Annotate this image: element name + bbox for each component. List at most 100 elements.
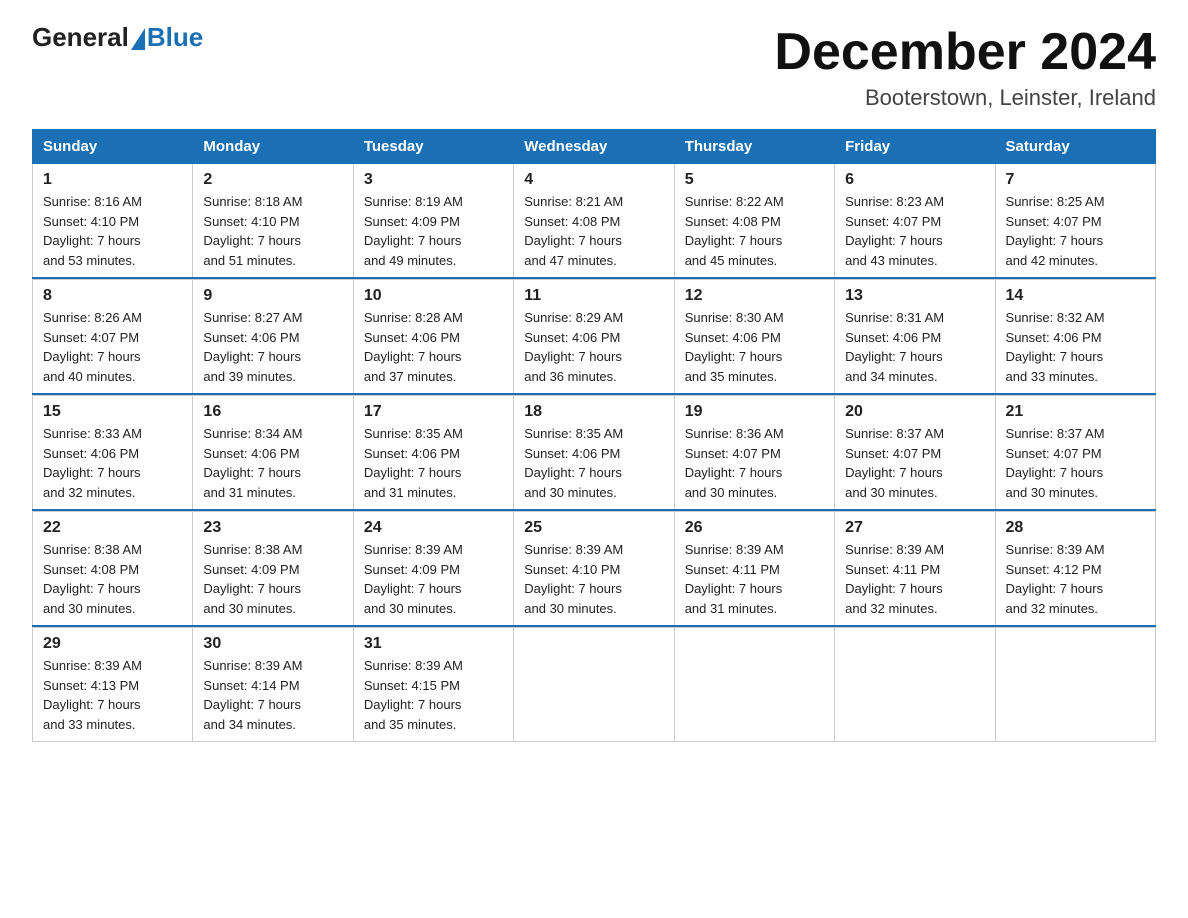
header-thursday: Thursday	[674, 130, 834, 164]
day-info: Sunrise: 8:22 AMSunset: 4:08 PMDaylight:…	[685, 192, 824, 270]
day-info: Sunrise: 8:25 AMSunset: 4:07 PMDaylight:…	[1006, 192, 1145, 270]
calendar-cell: 15Sunrise: 8:33 AMSunset: 4:06 PMDayligh…	[33, 396, 193, 511]
day-info: Sunrise: 8:39 AMSunset: 4:09 PMDaylight:…	[364, 540, 503, 618]
header-friday: Friday	[835, 130, 995, 164]
day-number: 29	[43, 635, 182, 653]
calendar-cell: 27Sunrise: 8:39 AMSunset: 4:11 PMDayligh…	[835, 512, 995, 627]
day-info: Sunrise: 8:39 AMSunset: 4:14 PMDaylight:…	[203, 656, 342, 734]
day-number: 25	[524, 519, 663, 537]
calendar-cell: 21Sunrise: 8:37 AMSunset: 4:07 PMDayligh…	[995, 396, 1155, 511]
day-info: Sunrise: 8:16 AMSunset: 4:10 PMDaylight:…	[43, 192, 182, 270]
week-row-3: 15Sunrise: 8:33 AMSunset: 4:06 PMDayligh…	[33, 396, 1156, 511]
title-block: December 2024 Booterstown, Leinster, Ire…	[774, 24, 1156, 111]
calendar-cell: 11 Sunrise: 8:29 AMSunset: 4:06 PMDayligh…	[514, 280, 674, 395]
calendar-cell: 17Sunrise: 8:35 AMSunset: 4:06 PMDayligh…	[353, 396, 513, 511]
day-number: 21	[1006, 403, 1145, 421]
day-info: Sunrise: 8:23 AMSunset: 4:07 PMDaylight:…	[845, 192, 984, 270]
day-info: Sunrise: 8:26 AMSunset: 4:07 PMDaylight:…	[43, 308, 182, 386]
day-info: Sunrise: 8:36 AMSunset: 4:07 PMDaylight:…	[685, 424, 824, 502]
logo-triangle-icon	[131, 28, 145, 50]
header-monday: Monday	[193, 130, 353, 164]
day-number: 11	[524, 287, 663, 305]
day-number: 8	[43, 287, 182, 305]
day-info: Sunrise: 8:21 AMSunset: 4:08 PMDaylight:…	[524, 192, 663, 270]
calendar-cell: 23Sunrise: 8:38 AMSunset: 4:09 PMDayligh…	[193, 512, 353, 627]
logo: General Blue	[32, 24, 203, 50]
day-info: Sunrise: 8:27 AMSunset: 4:06 PMDaylight:…	[203, 308, 342, 386]
calendar-cell: 25 Sunrise: 8:39 AMSunset: 4:10 PMDayligh…	[514, 512, 674, 627]
header-sunday: Sunday	[33, 130, 193, 164]
calendar-cell: 22Sunrise: 8:38 AMSunset: 4:08 PMDayligh…	[33, 512, 193, 627]
calendar-cell: 5Sunrise: 8:22 AMSunset: 4:08 PMDaylight…	[674, 164, 834, 279]
day-info: Sunrise: 8:39 AMSunset: 4:15 PMDaylight:…	[364, 656, 503, 734]
day-number: 13	[845, 287, 984, 305]
calendar-cell: 8 Sunrise: 8:26 AMSunset: 4:07 PMDaylight…	[33, 280, 193, 395]
calendar-cell: 24 Sunrise: 8:39 AMSunset: 4:09 PMDayligh…	[353, 512, 513, 627]
day-number: 31	[364, 635, 503, 653]
day-info: Sunrise: 8:39 AMSunset: 4:11 PMDaylight:…	[685, 540, 824, 618]
day-info: Sunrise: 8:32 AMSunset: 4:06 PMDaylight:…	[1006, 308, 1145, 386]
day-info: Sunrise: 8:30 AMSunset: 4:06 PMDaylight:…	[685, 308, 824, 386]
day-number: 15	[43, 403, 182, 421]
day-info: Sunrise: 8:18 AMSunset: 4:10 PMDaylight:…	[203, 192, 342, 270]
calendar-cell: 12Sunrise: 8:30 AMSunset: 4:06 PMDayligh…	[674, 280, 834, 395]
week-row-2: 8 Sunrise: 8:26 AMSunset: 4:07 PMDaylight…	[33, 280, 1156, 395]
location-title: Booterstown, Leinster, Ireland	[774, 85, 1156, 111]
calendar-cell: 14 Sunrise: 8:32 AMSunset: 4:06 PMDayligh…	[995, 280, 1155, 395]
calendar-cell: 3 Sunrise: 8:19 AMSunset: 4:09 PMDaylight…	[353, 164, 513, 279]
day-number: 16	[203, 403, 342, 421]
day-info: Sunrise: 8:39 AMSunset: 4:10 PMDaylight:…	[524, 540, 663, 618]
day-number: 24	[364, 519, 503, 537]
day-number: 26	[685, 519, 824, 537]
calendar-cell	[835, 628, 995, 742]
day-number: 4	[524, 171, 663, 189]
calendar-cell: 31 Sunrise: 8:39 AMSunset: 4:15 PMDayligh…	[353, 628, 513, 742]
day-number: 19	[685, 403, 824, 421]
day-number: 30	[203, 635, 342, 653]
month-title: December 2024	[774, 24, 1156, 81]
day-info: Sunrise: 8:28 AMSunset: 4:06 PMDaylight:…	[364, 308, 503, 386]
calendar-cell: 6 Sunrise: 8:23 AMSunset: 4:07 PMDaylight…	[835, 164, 995, 279]
calendar-cell: 1 Sunrise: 8:16 AMSunset: 4:10 PMDaylight…	[33, 164, 193, 279]
calendar-cell: 28 Sunrise: 8:39 AMSunset: 4:12 PMDayligh…	[995, 512, 1155, 627]
day-number: 18	[524, 403, 663, 421]
day-number: 27	[845, 519, 984, 537]
calendar-cell: 19 Sunrise: 8:36 AMSunset: 4:07 PMDayligh…	[674, 396, 834, 511]
day-info: Sunrise: 8:31 AMSunset: 4:06 PMDaylight:…	[845, 308, 984, 386]
calendar-cell: 10Sunrise: 8:28 AMSunset: 4:06 PMDayligh…	[353, 280, 513, 395]
day-info: Sunrise: 8:35 AMSunset: 4:06 PMDaylight:…	[524, 424, 663, 502]
calendar-cell	[514, 628, 674, 742]
week-row-5: 29Sunrise: 8:39 AMSunset: 4:13 PMDayligh…	[33, 628, 1156, 742]
day-info: Sunrise: 8:29 AMSunset: 4:06 PMDaylight:…	[524, 308, 663, 386]
calendar-cell: 18 Sunrise: 8:35 AMSunset: 4:06 PMDayligh…	[514, 396, 674, 511]
calendar-cell	[674, 628, 834, 742]
day-info: Sunrise: 8:37 AMSunset: 4:07 PMDaylight:…	[845, 424, 984, 502]
day-info: Sunrise: 8:35 AMSunset: 4:06 PMDaylight:…	[364, 424, 503, 502]
calendar-cell: 20 Sunrise: 8:37 AMSunset: 4:07 PMDayligh…	[835, 396, 995, 511]
day-number: 23	[203, 519, 342, 537]
calendar-cell: 16 Sunrise: 8:34 AMSunset: 4:06 PMDayligh…	[193, 396, 353, 511]
calendar-cell: 26 Sunrise: 8:39 AMSunset: 4:11 PMDayligh…	[674, 512, 834, 627]
day-number: 7	[1006, 171, 1145, 189]
calendar-cell: 2Sunrise: 8:18 AMSunset: 4:10 PMDaylight…	[193, 164, 353, 279]
day-info: Sunrise: 8:34 AMSunset: 4:06 PMDaylight:…	[203, 424, 342, 502]
day-number: 28	[1006, 519, 1145, 537]
day-info: Sunrise: 8:39 AMSunset: 4:12 PMDaylight:…	[1006, 540, 1145, 618]
calendar-cell: 7 Sunrise: 8:25 AMSunset: 4:07 PMDaylight…	[995, 164, 1155, 279]
day-number: 1	[43, 171, 182, 189]
calendar-cell: 4 Sunrise: 8:21 AMSunset: 4:08 PMDaylight…	[514, 164, 674, 279]
calendar-cell: 9 Sunrise: 8:27 AMSunset: 4:06 PMDaylight…	[193, 280, 353, 395]
day-number: 6	[845, 171, 984, 189]
calendar-cell: 29Sunrise: 8:39 AMSunset: 4:13 PMDayligh…	[33, 628, 193, 742]
day-number: 14	[1006, 287, 1145, 305]
week-row-4: 22Sunrise: 8:38 AMSunset: 4:08 PMDayligh…	[33, 512, 1156, 627]
day-number: 20	[845, 403, 984, 421]
header-saturday: Saturday	[995, 130, 1155, 164]
day-number: 9	[203, 287, 342, 305]
week-row-1: 1 Sunrise: 8:16 AMSunset: 4:10 PMDaylight…	[33, 164, 1156, 279]
day-number: 3	[364, 171, 503, 189]
header-tuesday: Tuesday	[353, 130, 513, 164]
header-row: SundayMondayTuesdayWednesdayThursdayFrid…	[33, 130, 1156, 164]
day-number: 22	[43, 519, 182, 537]
day-info: Sunrise: 8:19 AMSunset: 4:09 PMDaylight:…	[364, 192, 503, 270]
